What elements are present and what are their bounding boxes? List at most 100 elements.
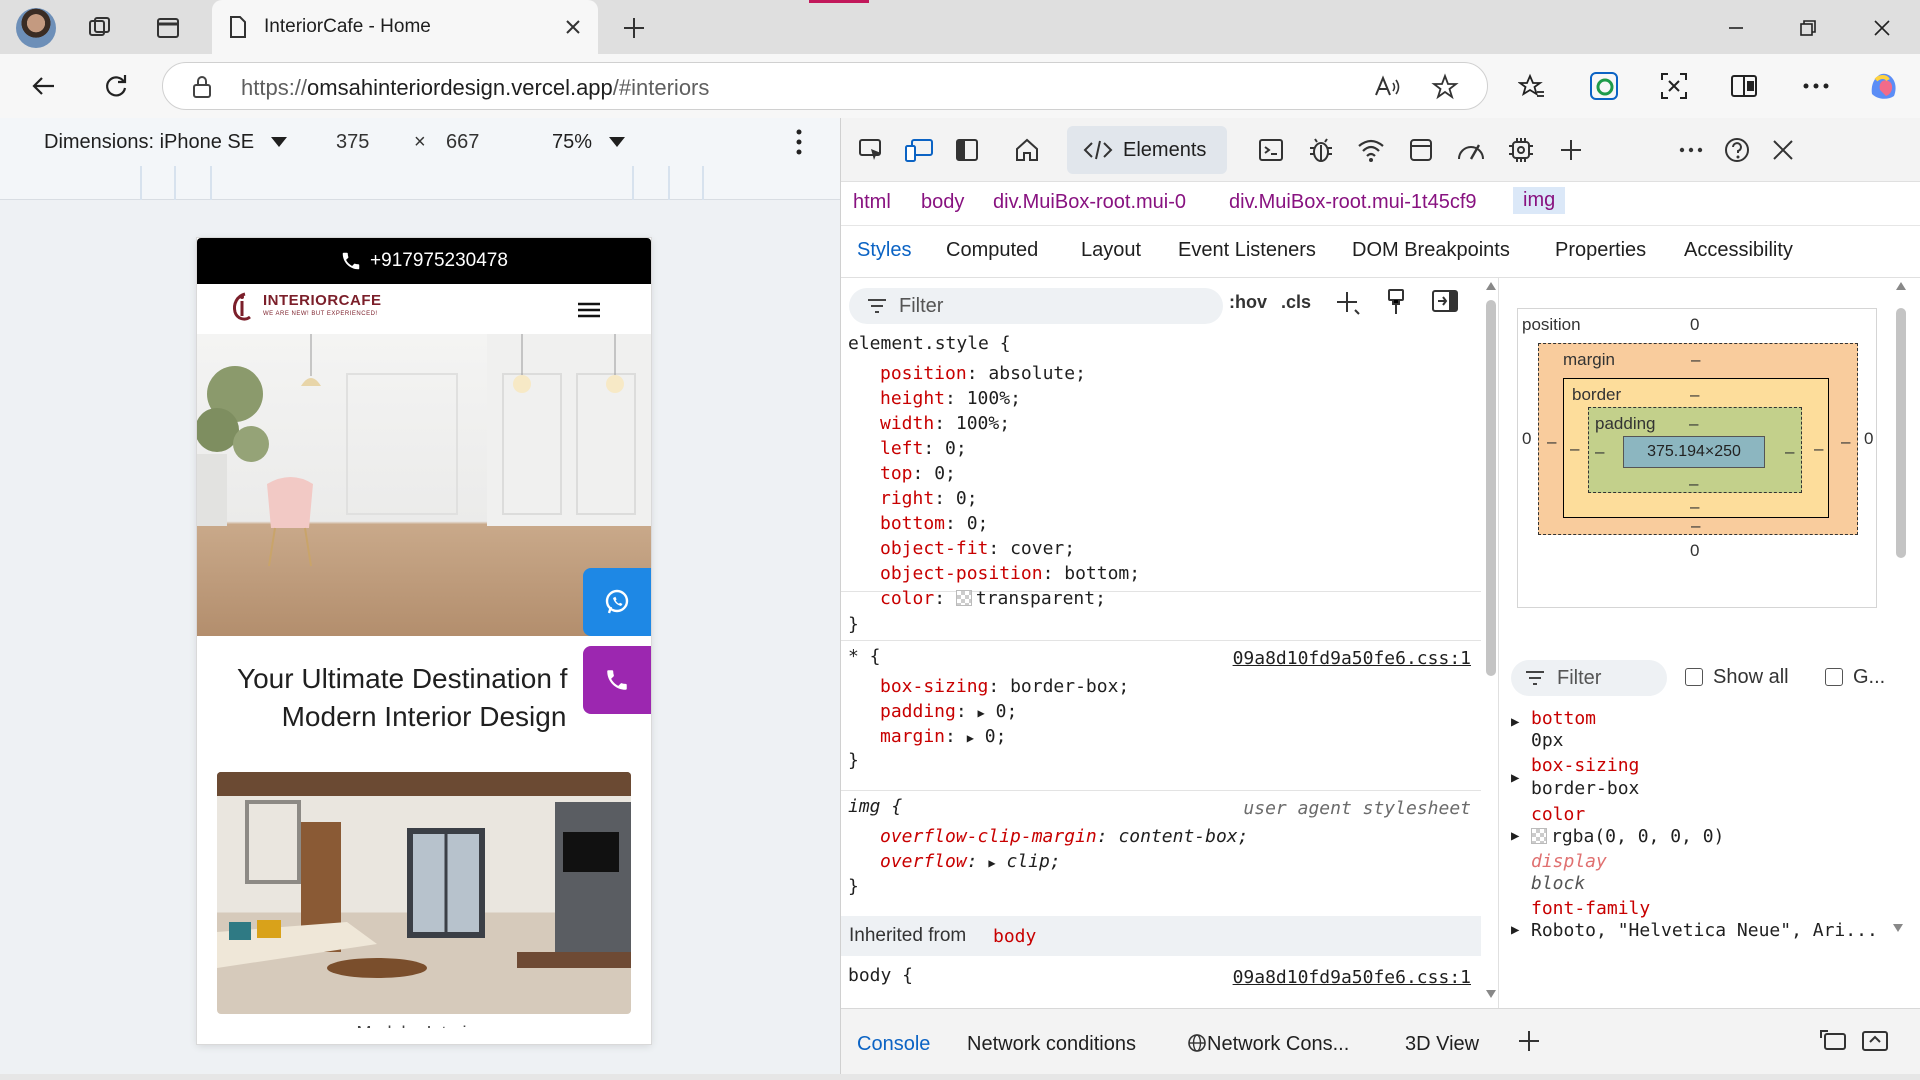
css-declaration[interactable]: object-fit: cover; bbox=[880, 538, 1075, 559]
expand-triangle-icon[interactable]: ▶ bbox=[1511, 828, 1519, 844]
workspaces-icon[interactable] bbox=[78, 8, 122, 48]
breadcrumb-item[interactable]: div.MuiBox-root.mui-1t45cf9 bbox=[1229, 191, 1477, 214]
favorite-star-icon[interactable] bbox=[1431, 73, 1459, 107]
minimize-icon[interactable] bbox=[1706, 8, 1766, 48]
phone-contact-bar[interactable]: +917975230478 bbox=[197, 238, 651, 284]
box-model-border[interactable]: border – – – – padding – – – – 375.194×2… bbox=[1563, 378, 1829, 518]
restore-icon[interactable] bbox=[1778, 8, 1838, 48]
device-emulation-icon[interactable] bbox=[897, 128, 941, 172]
media-query-ruler[interactable] bbox=[0, 166, 840, 200]
site-info-lock-icon[interactable] bbox=[191, 75, 213, 105]
browser-tab-active[interactable]: InteriorCafe - Home bbox=[212, 0, 598, 54]
zoom-select[interactable]: 75% bbox=[552, 131, 626, 154]
tab-elements[interactable]: Elements bbox=[1067, 126, 1227, 174]
stylesheet-source-link[interactable]: 09a8d10fd9a50fe6.css:1 bbox=[1233, 648, 1471, 669]
css-declaration[interactable]: top: 0; bbox=[880, 463, 956, 484]
computed-prop-name[interactable]: box-sizing bbox=[1531, 755, 1639, 776]
drawer-tab-network-conditions[interactable]: Network conditions bbox=[967, 1033, 1136, 1056]
css-declaration[interactable]: object-position: bottom; bbox=[880, 563, 1140, 584]
expand-triangle-icon[interactable]: ▶ bbox=[1511, 714, 1519, 730]
expand-triangle-icon[interactable]: ▶ bbox=[988, 856, 995, 870]
box-model-margin[interactable]: margin – – – – border – – – – padding – … bbox=[1538, 343, 1858, 535]
css-declaration[interactable]: color: transparent; bbox=[880, 588, 1106, 609]
css-declaration[interactable]: padding: ▶ 0; bbox=[880, 701, 1017, 722]
favorites-icon[interactable] bbox=[1510, 66, 1554, 106]
application-icon[interactable] bbox=[1399, 128, 1443, 172]
dimensions-select[interactable]: Dimensions: iPhone SE bbox=[44, 131, 288, 154]
tab-actions-icon[interactable] bbox=[146, 8, 190, 48]
css-declaration[interactable]: margin: ▶ 0; bbox=[880, 726, 1006, 747]
help-icon[interactable] bbox=[1715, 128, 1759, 172]
computed-prop-name[interactable]: color bbox=[1531, 804, 1585, 825]
url-text[interactable]: https://omsahinteriordesign.vercel.app/#… bbox=[241, 75, 709, 101]
box-model-padding[interactable]: padding – – – – 375.194×250 bbox=[1588, 407, 1802, 493]
css-declaration[interactable]: height: 100%; bbox=[880, 388, 1021, 409]
expand-triangle-icon[interactable]: ▶ bbox=[1511, 770, 1519, 786]
group-checkbox[interactable] bbox=[1825, 668, 1843, 686]
copilot-icon[interactable] bbox=[1862, 66, 1906, 106]
show-all-checkbox[interactable] bbox=[1685, 668, 1703, 686]
screenshot-icon[interactable] bbox=[1652, 66, 1696, 106]
css-declaration[interactable]: bottom: 0; bbox=[880, 513, 988, 534]
css-declaration[interactable]: right: 0; bbox=[880, 488, 978, 509]
performance-icon[interactable] bbox=[1449, 128, 1493, 172]
transparent-swatch[interactable] bbox=[955, 590, 972, 606]
sources-bug-icon[interactable] bbox=[1299, 128, 1343, 172]
device-more-options-icon[interactable] bbox=[794, 128, 804, 162]
css-declaration[interactable]: box-sizing: border-box; bbox=[880, 676, 1129, 697]
new-style-rule-icon[interactable] bbox=[1335, 290, 1361, 322]
read-aloud-icon[interactable] bbox=[1373, 73, 1401, 107]
tab-layout[interactable]: Layout bbox=[1081, 239, 1141, 262]
more-tools-plus-icon[interactable] bbox=[1549, 128, 1593, 172]
breadcrumb-item[interactable]: div.MuiBox-root.mui-0 bbox=[993, 191, 1186, 214]
stylesheet-source-link[interactable]: 09a8d10fd9a50fe6.css:1 bbox=[1233, 967, 1471, 988]
box-model-content[interactable]: 375.194×250 bbox=[1623, 436, 1765, 468]
edge-shopping-icon[interactable] bbox=[1582, 66, 1626, 106]
close-tab-icon[interactable] bbox=[558, 12, 588, 42]
memory-chip-icon[interactable] bbox=[1499, 128, 1543, 172]
drawer-dock-icon[interactable] bbox=[1819, 1029, 1847, 1059]
breadcrumb-item[interactable]: html bbox=[853, 191, 891, 214]
scroll-up-icon[interactable] bbox=[1896, 282, 1906, 290]
tab-styles[interactable]: Styles bbox=[857, 239, 911, 262]
device-height-input[interactable]: 667 bbox=[446, 131, 479, 154]
css-declaration[interactable]: left: 0; bbox=[880, 438, 967, 459]
computed-scrollbar[interactable] bbox=[1893, 278, 1909, 578]
computed-prop-name[interactable]: display bbox=[1531, 851, 1607, 872]
close-window-icon[interactable] bbox=[1852, 8, 1912, 48]
inherited-from-link[interactable]: body bbox=[993, 926, 1036, 947]
address-bar[interactable]: https://omsahinteriordesign.vercel.app/#… bbox=[162, 62, 1488, 110]
styles-filter-input[interactable]: Filter bbox=[849, 288, 1223, 324]
collections-icon[interactable] bbox=[1722, 66, 1766, 106]
scroll-down-icon[interactable] bbox=[1893, 924, 1903, 932]
computed-prop-name[interactable]: bottom bbox=[1531, 708, 1596, 729]
expand-triangle-icon[interactable]: ▶ bbox=[967, 731, 974, 745]
styles-scrollbar[interactable] bbox=[1485, 278, 1497, 1008]
welcome-home-icon[interactable] bbox=[1005, 128, 1049, 172]
tab-event-listeners[interactable]: Event Listeners bbox=[1178, 239, 1316, 262]
hov-toggle[interactable]: :hov bbox=[1229, 292, 1267, 313]
breadcrumb-item[interactable]: body bbox=[921, 191, 964, 214]
computed-prop-name[interactable]: font-family bbox=[1531, 898, 1650, 919]
tab-properties[interactable]: Properties bbox=[1555, 239, 1646, 262]
drawer-tab-network-console[interactable]: Network Cons... bbox=[1187, 1033, 1349, 1056]
cls-toggle[interactable]: .cls bbox=[1281, 292, 1311, 313]
breadcrumb-item-selected[interactable]: img bbox=[1513, 187, 1566, 214]
css-declaration[interactable]: width: 100%; bbox=[880, 413, 1010, 434]
network-wifi-icon[interactable] bbox=[1349, 128, 1393, 172]
whatsapp-button[interactable] bbox=[583, 568, 651, 636]
close-devtools-icon[interactable] bbox=[1761, 128, 1805, 172]
refresh-icon[interactable] bbox=[94, 66, 138, 106]
console-icon[interactable] bbox=[1249, 128, 1293, 172]
inspect-element-icon[interactable] bbox=[849, 128, 893, 172]
drawer-collapse-icon[interactable] bbox=[1861, 1029, 1889, 1059]
scroll-down-icon[interactable] bbox=[1486, 990, 1496, 998]
scroll-up-icon[interactable] bbox=[1486, 282, 1496, 290]
profile-avatar[interactable] bbox=[16, 8, 56, 48]
back-icon[interactable] bbox=[22, 66, 66, 106]
add-drawer-tab-icon[interactable] bbox=[1517, 1029, 1541, 1059]
devtools-more-icon[interactable] bbox=[1669, 128, 1713, 172]
drawer-tab-console[interactable]: Console bbox=[857, 1033, 930, 1056]
more-options-icon[interactable] bbox=[1794, 66, 1838, 106]
expand-triangle-icon[interactable]: ▶ bbox=[1511, 922, 1519, 938]
